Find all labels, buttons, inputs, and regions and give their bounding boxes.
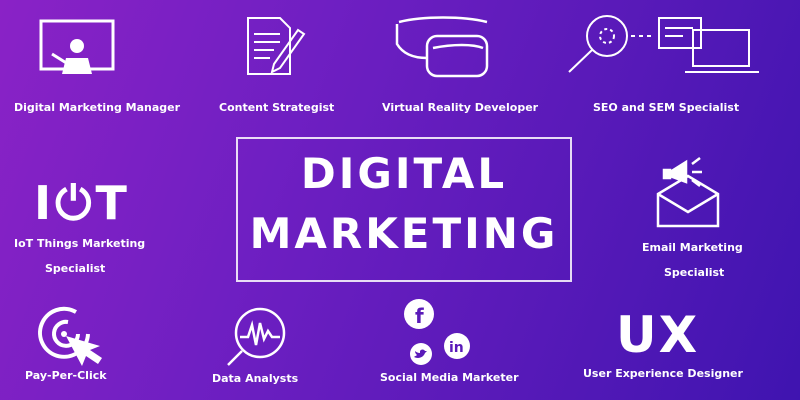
digital-marketing-manager-label: Digital Marketing Manager	[14, 101, 181, 114]
iot-icon: I⏻T	[34, 176, 131, 230]
ux-designer-label: User Experience Designer	[583, 367, 743, 380]
magnifier-chart-icon	[224, 305, 288, 369]
email-label-line2: Specialist	[664, 266, 725, 279]
iot-label-line1: IoT Things Marketing	[14, 237, 146, 250]
document-pencil-icon	[244, 16, 306, 78]
iot-label-line2: Specialist	[45, 262, 106, 275]
ux-icon: UX	[616, 306, 700, 364]
presenter-screen-icon	[38, 18, 116, 80]
title-line-1: DIGITAL	[300, 149, 508, 198]
linkedin-icon: in	[443, 332, 471, 360]
title-line-2: MARKETING	[249, 209, 559, 258]
twitter-icon	[409, 342, 433, 366]
target-cursor-icon	[36, 304, 106, 368]
ppc-label: Pay-Per-Click	[25, 369, 107, 382]
title-box: DIGITAL MARKETING	[236, 137, 572, 282]
seo-sem-specialist-label: SEO and SEM Specialist	[593, 101, 740, 114]
megaphone-envelope-icon	[656, 150, 720, 230]
vr-developer-label: Virtual Reality Developer	[382, 101, 539, 114]
social-media-label: Social Media Marketer	[380, 371, 519, 384]
email-label-line1: Email Marketing	[642, 241, 743, 254]
content-strategist-label: Content Strategist	[219, 101, 335, 114]
data-analysts-label: Data Analysts	[212, 372, 299, 385]
svg-text:in: in	[449, 340, 464, 356]
magnifier-laptop-icon	[565, 12, 765, 78]
infographic-canvas: Digital Marketing Manager Content Strate…	[0, 0, 800, 400]
svg-text:f: f	[415, 304, 424, 328]
facebook-icon: f	[403, 298, 435, 330]
vr-headset-icon	[393, 14, 493, 80]
